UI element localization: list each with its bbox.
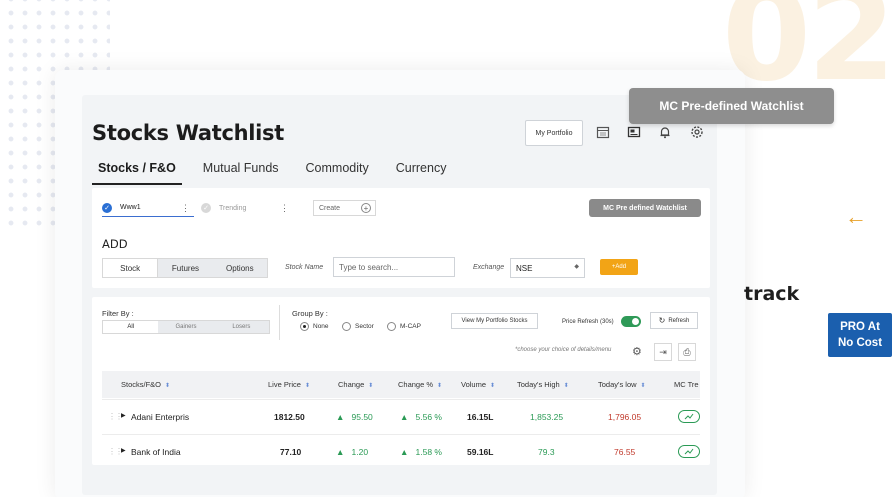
live-price: 1812.50: [274, 412, 305, 422]
settings-icon[interactable]: [689, 124, 705, 140]
drag-handle-icon[interactable]: ⋮⋮: [108, 447, 123, 456]
tab-commodity[interactable]: Commodity: [300, 159, 375, 185]
drag-handle-icon[interactable]: ⋮⋮: [108, 412, 123, 421]
header-mc-trend[interactable]: MC Tre: [674, 380, 699, 389]
pro-line-2: No Cost: [837, 337, 883, 349]
stock-search-input[interactable]: Type to search...: [333, 257, 455, 277]
export-icon[interactable]: ⇥: [654, 343, 672, 361]
price-refresh-toggle[interactable]: [621, 316, 641, 327]
watchlist-tab-www1[interactable]: ✓ Www1 ⋮: [102, 199, 194, 217]
view-portfolio-stocks-button[interactable]: View My Portfolio Stocks: [451, 313, 538, 329]
row-divider: [102, 399, 700, 400]
radio-label: M-CAP: [400, 323, 421, 330]
stock-name[interactable]: Bank of India: [131, 447, 181, 457]
tab-currency[interactable]: Currency: [390, 159, 453, 185]
left-arrow-icon: ←: [845, 204, 867, 229]
asset-tabs: Stocks / F&O Mutual Funds Commodity Curr…: [92, 159, 467, 185]
volume-value: 16.15L: [467, 412, 494, 422]
up-arrow-icon: ▲: [336, 412, 345, 422]
todays-high-value: 79.3: [538, 447, 555, 457]
add-heading: ADD: [102, 237, 128, 251]
divider: [279, 305, 280, 340]
header-todays-high[interactable]: Today's High ⬍: [517, 380, 569, 389]
page-title: Stocks Watchlist: [92, 121, 284, 145]
filter-losers[interactable]: Losers: [214, 321, 269, 333]
watchlist-tab-label: Trending: [219, 204, 247, 212]
filter-gainers[interactable]: Gainers: [158, 321, 213, 333]
add-stock-button[interactable]: +Add: [600, 259, 638, 275]
pro-line-1: PRO At: [840, 321, 880, 333]
header-live-price[interactable]: Live Price ⬍: [268, 380, 310, 389]
exchange-select[interactable]: NSE ◆: [510, 258, 585, 278]
header-stocks[interactable]: Stocks/F&O ⬍: [121, 380, 170, 389]
exchange-value: NSE: [516, 263, 533, 273]
group-none-radio[interactable]: None: [300, 322, 329, 331]
kebab-icon[interactable]: ⋮: [280, 203, 289, 214]
trend-chart-icon[interactable]: [678, 410, 700, 423]
change-pct-value: ▲ 1.58 %: [400, 447, 442, 457]
watchlist-tab-label: Www1: [120, 204, 141, 211]
radio-label: Sector: [355, 323, 374, 330]
live-price: 77.10: [280, 447, 302, 457]
todays-high-value: 1,853.25: [530, 412, 564, 422]
background-number: 02: [722, 0, 895, 110]
tab-mutual-funds[interactable]: Mutual Funds: [197, 159, 285, 185]
print-icon[interactable]: ⎙: [678, 343, 696, 361]
add-type-segment: Stock Futures Options: [102, 258, 268, 278]
calendar-icon[interactable]: [595, 124, 611, 140]
up-arrow-icon: ▲: [400, 447, 409, 457]
exchange-label: Exchange: [473, 264, 505, 271]
expand-icon[interactable]: ▶: [121, 447, 126, 454]
segment-stock[interactable]: Stock: [103, 259, 159, 277]
news-icon[interactable]: [626, 124, 642, 140]
up-arrow-icon: ▲: [400, 412, 409, 422]
track-word: track: [744, 283, 800, 305]
check-icon: ✓: [102, 202, 112, 213]
price-refresh-label: Price Refresh (30s): [562, 319, 614, 325]
customize-gear-icon[interactable]: ⚙: [632, 345, 642, 358]
up-arrow-icon: ▲: [336, 447, 345, 457]
details-hint: *choose your choice of details/menu: [515, 347, 612, 353]
group-sector-radio[interactable]: Sector: [342, 322, 374, 331]
mc-predefined-watchlist-button[interactable]: MC Pre defined Watchlist: [589, 199, 701, 217]
create-watchlist[interactable]: Create +: [313, 200, 376, 216]
plus-icon: +: [361, 203, 371, 213]
stock-name-label: Stock Name: [285, 264, 324, 271]
header-todays-low[interactable]: Today's low ⬍: [598, 380, 646, 389]
bell-icon[interactable]: [657, 124, 673, 140]
filter-segment: All Gainers Losers: [102, 320, 270, 334]
pro-badge[interactable]: PRO At No Cost: [828, 313, 892, 357]
volume-value: 59.16L: [467, 447, 494, 457]
change-value: ▲ 1.20: [336, 447, 369, 457]
change-value: ▲ 95.50: [336, 412, 373, 422]
group-mcap-radio[interactable]: M-CAP: [387, 322, 421, 331]
check-icon: ✓: [201, 203, 211, 213]
filter-label: Filter By :: [102, 309, 134, 318]
tab-stocks-fo[interactable]: Stocks / F&O: [92, 159, 182, 185]
my-portfolio-button[interactable]: My Portfolio: [525, 120, 583, 146]
mc-predefined-tooltip: MC Pre-defined Watchlist: [629, 88, 834, 124]
stock-name[interactable]: Adani Enterpris: [131, 412, 189, 422]
expand-icon[interactable]: ▶: [121, 412, 126, 419]
radio-label: None: [313, 323, 329, 330]
watchlist-tab-trending[interactable]: ✓ Trending ⋮: [201, 199, 291, 217]
chevron-down-icon: ◆: [574, 264, 579, 270]
trend-chart-icon[interactable]: [678, 445, 700, 458]
change-pct-value: ▲ 5.56 %: [400, 412, 442, 422]
segment-options[interactable]: Options: [213, 259, 267, 277]
filter-all[interactable]: All: [103, 321, 159, 333]
kebab-icon[interactable]: ⋮: [181, 203, 190, 214]
header-change[interactable]: Change ⬍: [338, 380, 373, 389]
header-change-pct[interactable]: Change % ⬍: [398, 380, 442, 389]
create-label: Create: [319, 204, 341, 212]
row-divider: [102, 434, 700, 435]
refresh-button[interactable]: ↻ Refresh: [650, 312, 698, 329]
todays-low-value: 1,796.05: [608, 412, 642, 422]
refresh-icon: ↻: [658, 316, 666, 325]
refresh-label: Refresh: [668, 317, 690, 324]
group-by-label: Group By :: [292, 309, 328, 318]
todays-low-value: 76.55: [614, 447, 636, 457]
header-volume[interactable]: Volume ⬍: [461, 380, 495, 389]
segment-futures[interactable]: Futures: [158, 259, 212, 277]
